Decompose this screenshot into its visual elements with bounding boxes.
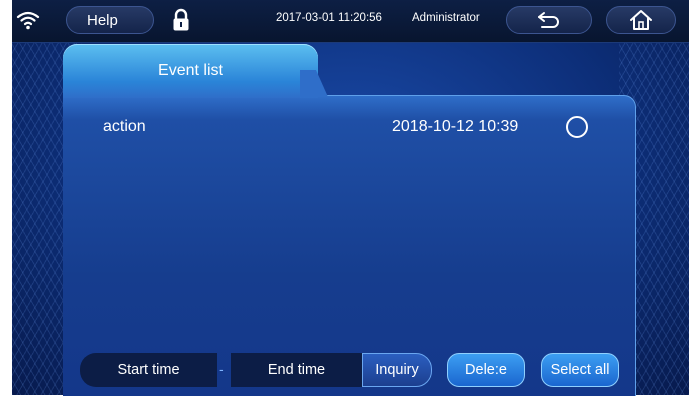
select-all-button[interactable]: Select all [541, 353, 619, 387]
system-datetime: 2017-03-01 11:20:56 [276, 12, 382, 24]
event-timestamp: 2018-10-12 10:39 [392, 118, 519, 135]
event-list-panel [63, 95, 636, 396]
tab-event-list-label: Event list [158, 62, 223, 79]
delete-button-label: Dele:e [465, 362, 507, 378]
back-arrow-icon [538, 12, 559, 28]
event-name: action [103, 118, 146, 135]
home-icon [630, 10, 652, 30]
help-button[interactable]: Help [66, 6, 154, 34]
start-time-label: Start time [117, 362, 180, 378]
inquiry-button[interactable]: Inquiry [362, 353, 432, 387]
event-select-radio[interactable] [566, 116, 588, 138]
select-all-button-label: Select all [550, 362, 610, 378]
delete-button[interactable]: Dele:e [447, 353, 525, 387]
inquiry-button-label: Inquiry [375, 362, 419, 378]
back-button[interactable] [506, 6, 592, 34]
end-time-label: End time [267, 362, 326, 378]
start-time-field[interactable]: Start time [80, 353, 217, 387]
wifi-icon[interactable] [16, 10, 40, 30]
range-separator: - [219, 361, 224, 377]
tab-event-list[interactable]: Event list [63, 44, 318, 98]
current-user: Administrator [412, 12, 480, 24]
end-time-field[interactable]: End time [231, 353, 362, 387]
lock-icon[interactable] [172, 8, 190, 32]
help-button-label: Help [87, 11, 118, 29]
system-date: 2017-03-01 [276, 12, 335, 24]
home-button[interactable] [606, 6, 676, 34]
system-time: 11:20:56 [338, 12, 382, 24]
